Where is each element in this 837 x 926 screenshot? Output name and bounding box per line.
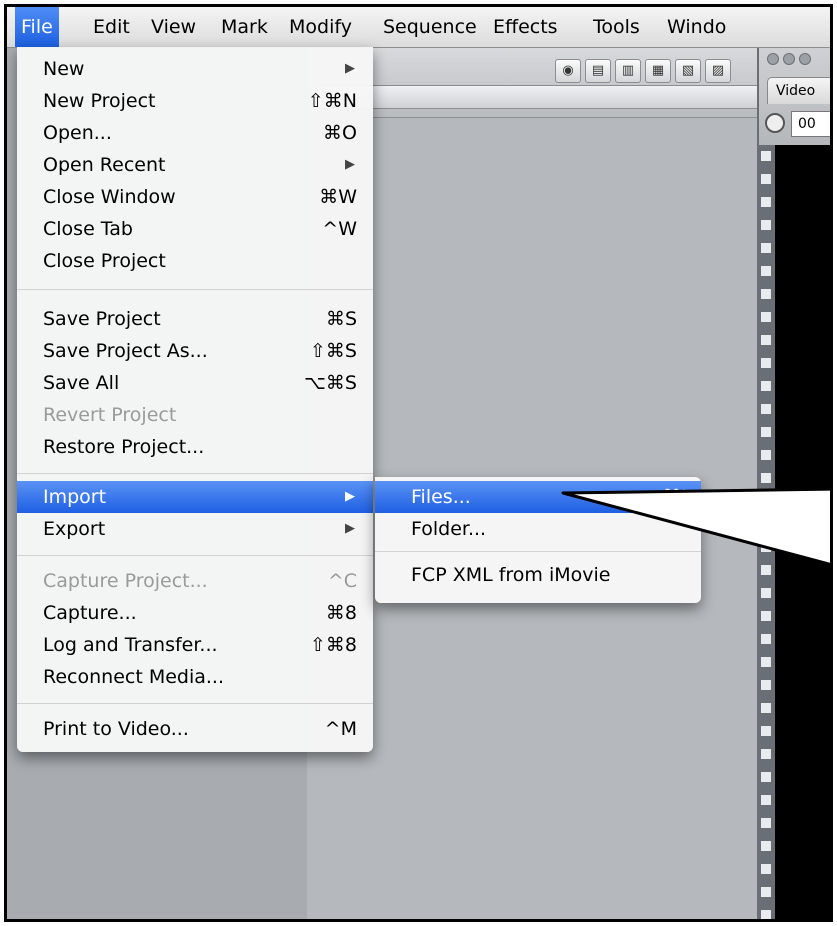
submenu-item-label: Files... <box>411 486 471 508</box>
menu-item-shortcut: ⌘S <box>325 308 357 330</box>
video-canvas <box>775 145 830 919</box>
submenu-item-label: FCP XML from iMovie <box>411 564 611 586</box>
browser-toolbar: ◉ ▤ ▥ ▦ ▧ ▨ <box>307 47 759 118</box>
menu-item-shortcut: ⌘W <box>319 186 357 208</box>
menu-item-save-project[interactable]: Save Project ⌘S <box>17 303 373 335</box>
menu-item-label: Print to Video... <box>43 718 189 740</box>
submenu-arrow-icon: ▶ <box>345 157 355 172</box>
minimize-window-icon[interactable] <box>783 53 795 65</box>
menu-item-label: Save All <box>43 372 120 394</box>
menu-item-capture[interactable]: Capture... ⌘8 <box>17 597 373 629</box>
menu-item-label: Open Recent <box>43 154 166 176</box>
menu-item-close-project[interactable]: Close Project <box>17 245 373 277</box>
menu-item-label: Restore Project... <box>43 436 205 458</box>
menu-item-import[interactable]: Import ▶ <box>17 481 373 513</box>
menu-item-label: Capture Project... <box>43 570 208 592</box>
menu-separator <box>17 555 373 556</box>
zoom-window-icon[interactable] <box>799 53 811 65</box>
menu-item-label: Revert Project <box>43 404 177 426</box>
menu-item-label: Close Project <box>43 250 166 272</box>
menu-item-shortcut: ⇧⌘S <box>310 340 357 362</box>
layout-three-icon[interactable]: ▦ <box>645 59 671 83</box>
layout-two-icon[interactable]: ▥ <box>615 59 641 83</box>
menu-sequence[interactable]: Sequence <box>377 7 483 47</box>
menu-mark[interactable]: Mark <box>215 7 274 47</box>
menu-item-new-project[interactable]: New Project ⇧⌘N <box>17 85 373 117</box>
menu-item-save-all[interactable]: Save All ⌥⌘S <box>17 367 373 399</box>
timecode-dial-icon[interactable] <box>765 113 785 133</box>
menu-item-close-tab[interactable]: Close Tab ^W <box>17 213 373 245</box>
submenu-arrow-icon: ▶ <box>345 61 355 76</box>
layout-four-icon[interactable]: ▧ <box>675 59 701 83</box>
menu-item-shortcut: ^M <box>324 718 357 740</box>
layout-five-icon[interactable]: ▨ <box>705 59 731 83</box>
menu-separator <box>17 289 373 290</box>
menu-item-label: Export <box>43 518 106 540</box>
submenu-item-label: Folder... <box>411 518 487 540</box>
menu-item-shortcut: ^C <box>327 570 357 592</box>
tab-video[interactable]: Video <box>767 77 830 104</box>
menu-window[interactable]: Windo <box>661 7 732 47</box>
close-window-icon[interactable] <box>767 53 779 65</box>
timecode-field[interactable]: 00 <box>791 111 830 137</box>
menu-file[interactable]: File <box>15 7 59 47</box>
file-menu: New ▶ New Project ⇧⌘N Open... ⌘O Open Re… <box>17 47 373 752</box>
menu-item-label: Import <box>43 486 107 508</box>
menu-item-label: Close Tab <box>43 218 133 240</box>
menu-edit[interactable]: Edit <box>87 7 136 47</box>
menu-item-shortcut: ⇧⌘N <box>307 90 357 112</box>
menu-item-label: New Project <box>43 90 156 112</box>
submenu-item-shortcut: ⌘I <box>662 486 687 508</box>
menu-item-log-and-transfer[interactable]: Log and Transfer... ⇧⌘8 <box>17 629 373 661</box>
menu-item-label: Save Project <box>43 308 161 330</box>
menu-item-export[interactable]: Export ▶ <box>17 513 373 545</box>
menu-item-label: Open... <box>43 122 112 144</box>
menu-item-new[interactable]: New ▶ <box>17 53 373 85</box>
menu-separator <box>375 551 701 552</box>
eye-view-icon[interactable]: ◉ <box>555 59 581 83</box>
menu-modify[interactable]: Modify <box>283 7 358 47</box>
film-strip <box>757 145 775 919</box>
submenu-item-fcp-xml[interactable]: FCP XML from iMovie <box>375 559 701 591</box>
menu-item-shortcut: ⇧⌘8 <box>309 634 357 656</box>
menu-effects[interactable]: Effects <box>487 7 564 47</box>
menu-item-close-window[interactable]: Close Window ⌘W <box>17 181 373 213</box>
menu-item-label: New <box>43 58 85 80</box>
menu-item-reconnect-media[interactable]: Reconnect Media... <box>17 661 373 693</box>
submenu-item-folder[interactable]: Folder... <box>375 513 701 545</box>
viewer-header: Video 00 <box>757 47 830 145</box>
import-submenu: Files... ⌘I Folder... FCP XML from iMovi… <box>375 477 701 603</box>
screenshot-frame: ◉ ▤ ▥ ▦ ▧ ▨ Video 00 File Edit View Mark <box>4 4 833 922</box>
menu-item-shortcut: ⌘8 <box>325 602 357 624</box>
menu-item-open-recent[interactable]: Open Recent ▶ <box>17 149 373 181</box>
menu-item-open[interactable]: Open... ⌘O <box>17 117 373 149</box>
menu-item-shortcut: ⌘O <box>323 122 357 144</box>
menu-separator <box>17 473 373 474</box>
menu-view[interactable]: View <box>145 7 202 47</box>
column-header-strip <box>317 85 759 109</box>
menu-item-shortcut: ^W <box>322 218 357 240</box>
menu-item-capture-project: Capture Project... ^C <box>17 565 373 597</box>
submenu-arrow-icon: ▶ <box>345 489 355 504</box>
menu-tools[interactable]: Tools <box>587 7 646 47</box>
menu-item-shortcut: ⌥⌘S <box>304 372 357 394</box>
view-buttons: ◉ ▤ ▥ ▦ ▧ ▨ <box>555 59 731 83</box>
menu-item-label: Save Project As... <box>43 340 208 362</box>
menu-item-restore-project[interactable]: Restore Project... <box>17 431 373 463</box>
menu-item-label: Log and Transfer... <box>43 634 218 656</box>
menu-item-label: Reconnect Media... <box>43 666 225 688</box>
menu-item-revert-project: Revert Project <box>17 399 373 431</box>
menu-separator <box>17 703 373 704</box>
viewer-window: Video 00 <box>757 47 830 919</box>
menu-item-print-to-video[interactable]: Print to Video... ^M <box>17 713 373 745</box>
menu-item-save-project-as[interactable]: Save Project As... ⇧⌘S <box>17 335 373 367</box>
menu-bar: File Edit View Mark Modify Sequence Effe… <box>7 7 830 48</box>
layout-one-icon[interactable]: ▤ <box>585 59 611 83</box>
menu-item-label: Close Window <box>43 186 176 208</box>
submenu-arrow-icon: ▶ <box>345 521 355 536</box>
menu-item-label: Capture... <box>43 602 137 624</box>
submenu-item-files[interactable]: Files... ⌘I <box>375 481 701 513</box>
